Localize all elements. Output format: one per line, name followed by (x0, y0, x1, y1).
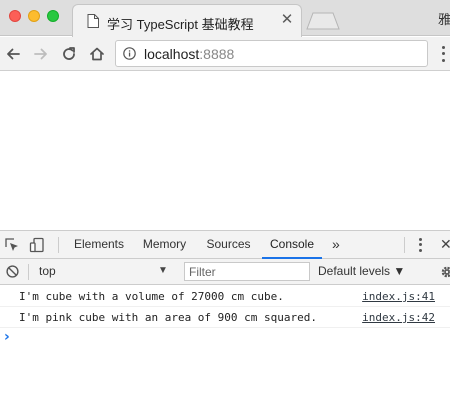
page-viewport (0, 71, 450, 230)
document-icon (87, 14, 99, 28)
inspect-element-icon[interactable] (4, 237, 20, 253)
arrow-right-icon (34, 48, 47, 60)
tab-sources[interactable]: Sources (202, 231, 255, 259)
toolbar-divider (404, 237, 405, 253)
console-output: I'm cube with a volume of 27000 cm cube.… (0, 286, 450, 348)
tab-title: 学习 TypeScript 基础教程 (107, 17, 254, 32)
more-tabs-icon[interactable]: » (332, 231, 340, 259)
console-filter-bar: top ▼ Default levels ▼ (0, 259, 450, 285)
devtools-menu-icon[interactable] (415, 237, 425, 253)
log-levels-select[interactable]: Default levels ▼ (318, 264, 405, 278)
tab-memory[interactable]: Memory (138, 231, 191, 259)
console-message: I'm pink cube with an area of 900 cm squ… (0, 307, 450, 328)
console-message: I'm cube with a volume of 27000 cm cube.… (0, 286, 450, 307)
prompt-chevron-icon: › (4, 329, 10, 345)
tab-strip: 学习 TypeScript 基础教程 ✕ 雅 (0, 0, 450, 37)
gear-icon[interactable] (440, 265, 450, 279)
reload-icon (63, 47, 75, 60)
tab-console[interactable]: Console (262, 231, 322, 259)
browser-tab[interactable]: 学习 TypeScript 基础教程 ✕ (72, 4, 302, 37)
devtools-close-icon[interactable]: ✕ (440, 236, 450, 252)
tab-close-icon[interactable]: ✕ (279, 12, 295, 28)
tab-elements[interactable]: Elements (70, 231, 128, 259)
back-button[interactable] (1, 42, 25, 66)
home-button[interactable] (85, 42, 109, 66)
devtools-panel: Elements Memory Sources Console » ✕ top … (0, 230, 450, 414)
console-message-text: I'm pink cube with an area of 900 cm squ… (19, 311, 318, 324)
devtools-tab-bar: Elements Memory Sources Console » ✕ (0, 231, 450, 259)
toolbar-divider (58, 237, 59, 253)
console-source-link[interactable]: index.js:41 (362, 290, 435, 303)
window-minimize-button[interactable] (28, 10, 40, 22)
forward-button[interactable] (29, 42, 53, 66)
browser-toolbar: localhost:8888 (0, 37, 450, 71)
arrow-left-icon (7, 48, 20, 60)
device-toolbar-icon[interactable] (29, 237, 45, 253)
window-maximize-button[interactable] (47, 10, 59, 22)
address-bar[interactable]: localhost:8888 (115, 40, 428, 67)
console-message-text: I'm cube with a volume of 27000 cm cube. (19, 290, 284, 303)
home-icon (90, 47, 104, 61)
window-close-button[interactable] (9, 10, 21, 22)
toolbar-divider (28, 264, 29, 280)
clear-console-icon[interactable] (6, 265, 19, 278)
context-select[interactable]: top (39, 264, 56, 278)
reload-button[interactable] (57, 42, 81, 66)
url-host: localhost (144, 46, 200, 62)
url-port: :8888 (199, 46, 235, 62)
console-source-link[interactable]: index.js:42 (362, 311, 435, 324)
profile-label[interactable]: 雅 (438, 9, 450, 28)
url-text: localhost:8888 (144, 46, 234, 62)
new-tab-button[interactable] (306, 12, 340, 30)
browser-menu-icon[interactable] (438, 44, 448, 64)
context-dropdown-icon[interactable]: ▼ (158, 265, 168, 276)
info-icon[interactable] (123, 47, 136, 60)
console-prompt[interactable]: › (0, 328, 450, 348)
console-filter-input[interactable] (184, 262, 310, 281)
